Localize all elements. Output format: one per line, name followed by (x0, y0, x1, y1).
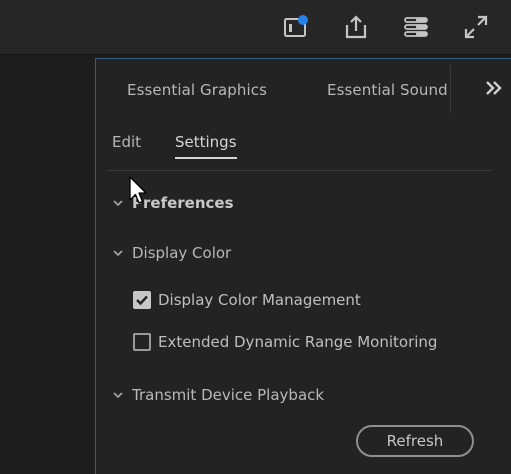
workspace-menu-icon[interactable] (400, 11, 432, 43)
section-preferences-label: Preferences (132, 194, 234, 212)
essential-graphics-panel: Essential Graphics Essential Sound Edit … (95, 58, 511, 474)
tab-essential-graphics[interactable]: Essential Graphics (127, 81, 267, 99)
double-chevron-right-icon[interactable] (482, 77, 506, 99)
tab-essential-sound[interactable]: Essential Sound (327, 81, 448, 99)
subtab-edit[interactable]: Edit (112, 133, 141, 157)
extended-dynamic-range-label: Extended Dynamic Range Monitoring (158, 333, 438, 351)
subtab-divider (106, 170, 492, 171)
section-transmit-label: Transmit Device Playback (132, 386, 325, 404)
section-preferences[interactable]: Preferences (112, 194, 234, 212)
panel-tab-bar: Essential Graphics Essential Sound (96, 59, 511, 121)
extended-dynamic-range-option[interactable]: Extended Dynamic Range Monitoring (133, 333, 437, 351)
section-display-color-label: Display Color (132, 244, 232, 262)
share-export-icon[interactable] (340, 11, 372, 43)
refresh-button[interactable]: Refresh (356, 425, 474, 457)
chevron-down-icon (113, 250, 123, 257)
extended-dynamic-range-checkbox[interactable] (133, 333, 151, 351)
top-toolbar (0, 0, 511, 55)
display-color-management-checkbox[interactable] (133, 291, 151, 309)
tab-divider (450, 65, 451, 113)
display-color-management-option[interactable]: Display Color Management (133, 291, 361, 309)
checkmark-icon (136, 295, 148, 306)
subtab-settings[interactable]: Settings (175, 133, 237, 159)
section-display-color[interactable]: Display Color (112, 244, 231, 262)
notifications-icon[interactable] (279, 11, 311, 43)
chevron-down-icon (113, 392, 123, 399)
display-color-management-label: Display Color Management (158, 291, 361, 309)
fullscreen-icon[interactable] (460, 11, 492, 43)
subtab-bar: Edit Settings (96, 121, 511, 169)
chevron-down-icon (113, 200, 123, 207)
left-panel-area (0, 55, 95, 474)
section-transmit-device-playback[interactable]: Transmit Device Playback (112, 386, 324, 404)
